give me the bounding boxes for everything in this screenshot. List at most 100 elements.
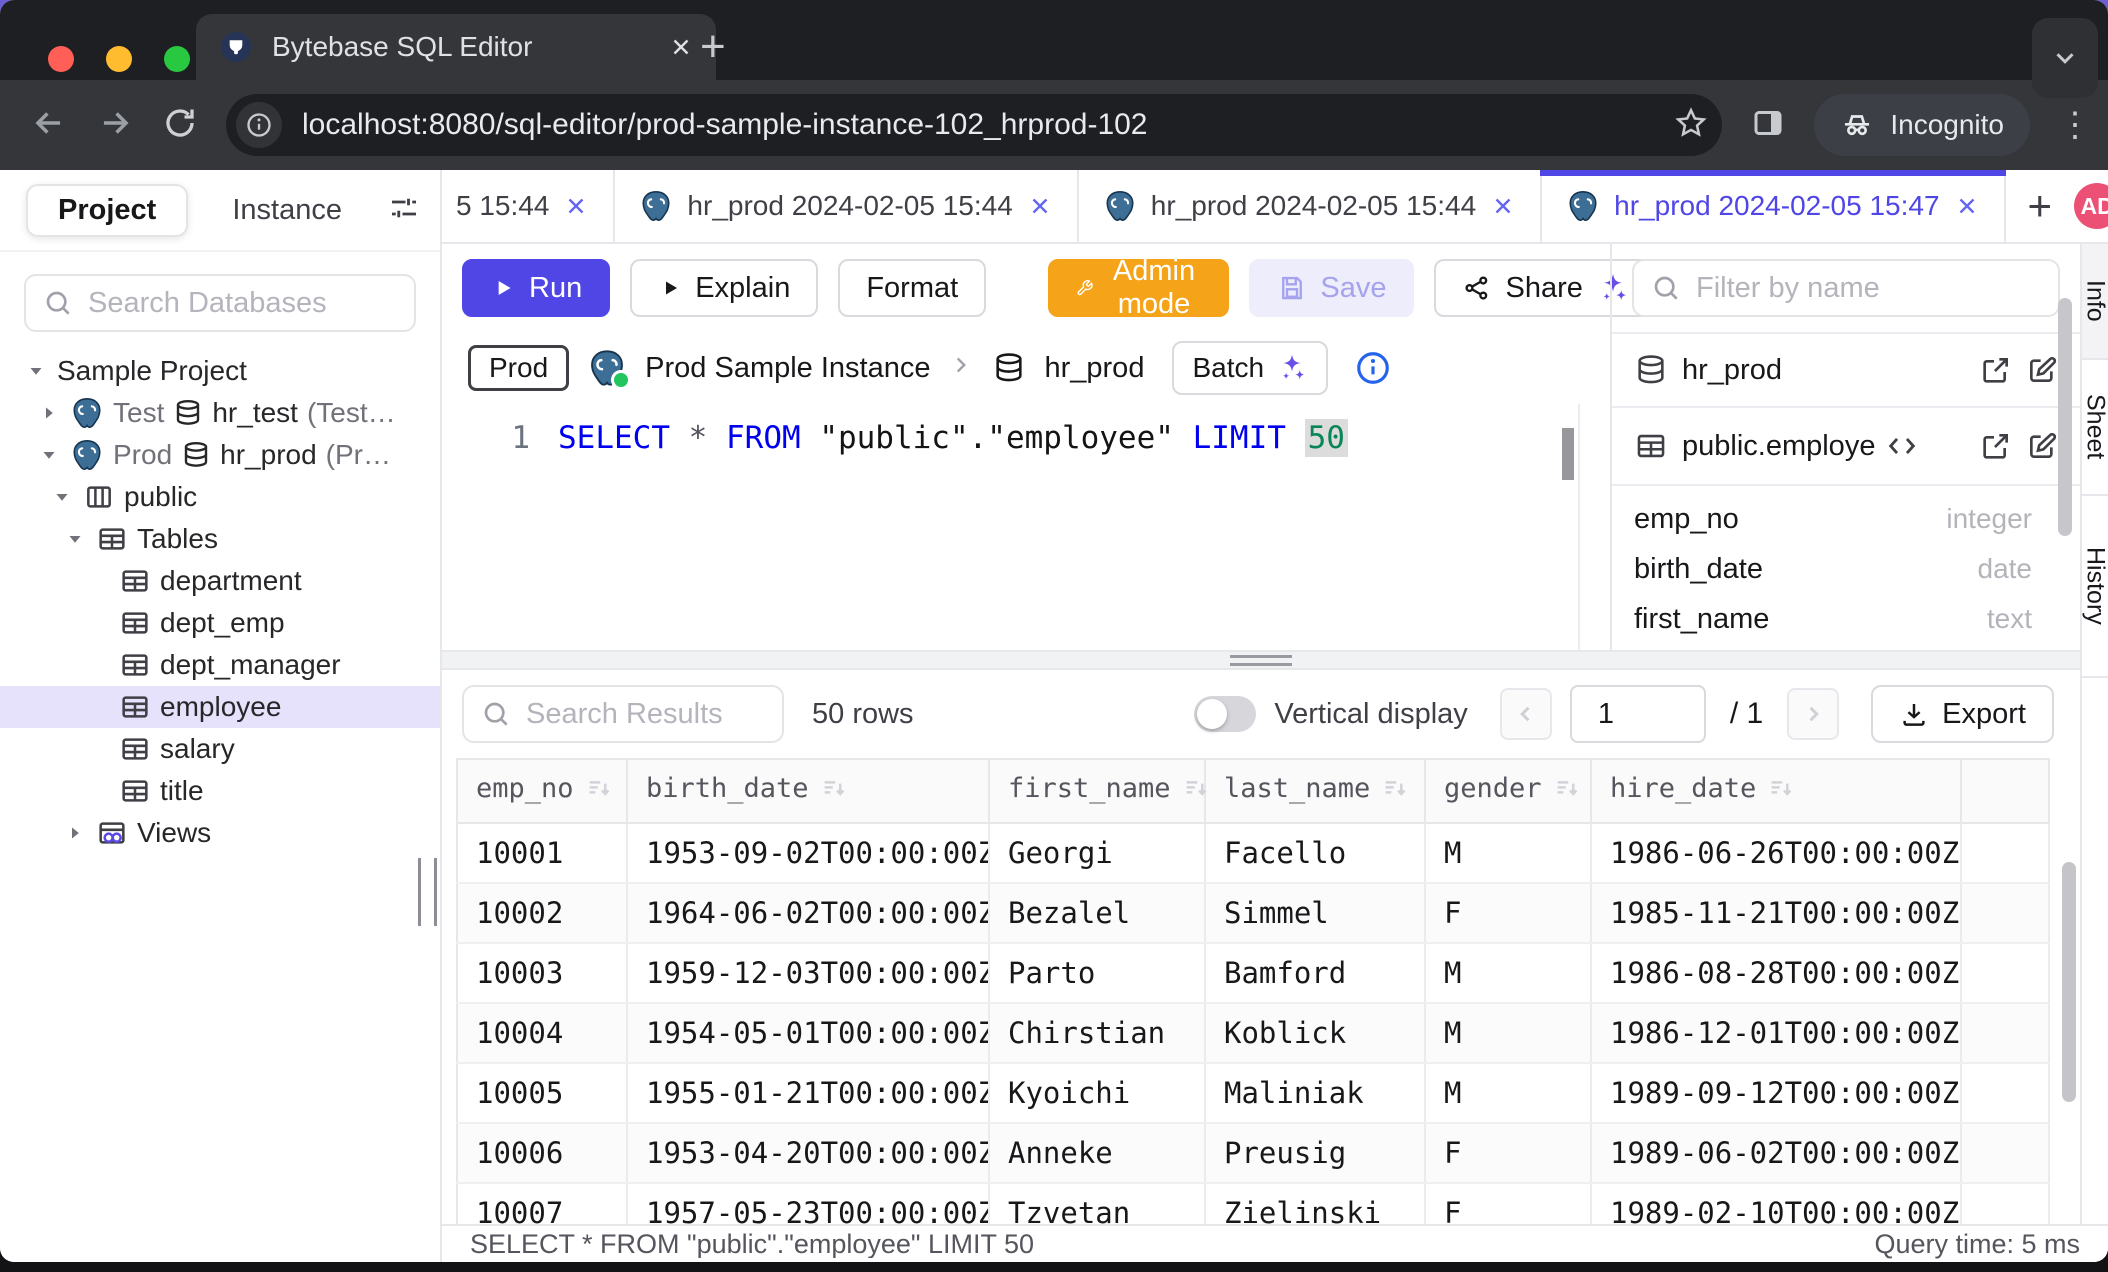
browser-tab[interactable]: Bytebase SQL Editor bbox=[196, 14, 716, 80]
cell[interactable]: Parto bbox=[989, 943, 1205, 1003]
cell[interactable]: 10004 bbox=[457, 1003, 627, 1063]
reload-icon[interactable] bbox=[162, 105, 198, 146]
new-editor-tab-button[interactable]: + bbox=[2006, 170, 2075, 242]
cell[interactable]: 1989-06-02T00:00:00Z bbox=[1591, 1123, 1961, 1183]
vertical-display-toggle[interactable] bbox=[1194, 696, 1256, 732]
new-browser-tab-button[interactable]: + bbox=[700, 22, 726, 72]
tree-item-employee[interactable]: employee bbox=[0, 686, 440, 728]
column-header[interactable]: first_name bbox=[989, 759, 1205, 823]
edit-icon[interactable] bbox=[2026, 354, 2058, 386]
column-header[interactable]: last_name bbox=[1205, 759, 1425, 823]
external-link-icon[interactable] bbox=[1980, 354, 2012, 386]
maximize-window-button[interactable] bbox=[164, 46, 190, 72]
info-icon[interactable] bbox=[1354, 349, 1392, 387]
save-button[interactable]: Save bbox=[1249, 259, 1414, 317]
editor-tab[interactable]: hr_prod 2024-02-05 15:44 bbox=[1079, 170, 1542, 242]
cell[interactable]: 10002 bbox=[457, 883, 627, 943]
database-name[interactable]: hr_prod bbox=[1044, 352, 1144, 385]
close-tab-icon[interactable] bbox=[668, 34, 694, 60]
tree-settings-icon[interactable] bbox=[386, 190, 422, 231]
sort-icon[interactable] bbox=[1766, 779, 1796, 810]
close-tab-icon[interactable] bbox=[563, 193, 589, 219]
cell[interactable]: 10001 bbox=[457, 823, 627, 883]
forward-icon[interactable] bbox=[96, 104, 134, 147]
sort-icon[interactable] bbox=[584, 779, 614, 810]
editor-scrollbar[interactable] bbox=[1562, 428, 1574, 480]
sort-icon[interactable] bbox=[1380, 779, 1410, 810]
cell[interactable]: Chirstian bbox=[989, 1003, 1205, 1063]
caret-down-icon[interactable] bbox=[50, 485, 74, 509]
cell[interactable]: M bbox=[1425, 1003, 1591, 1063]
cell[interactable]: 1986-12-01T00:00:00Z bbox=[1591, 1003, 1961, 1063]
cell[interactable]: 10005 bbox=[457, 1063, 627, 1123]
tree-item-hr_prod[interactable]: Prodhr_prod(Pr… bbox=[0, 434, 440, 476]
tree-item-sample-project[interactable]: Sample Project bbox=[0, 350, 440, 392]
editor-tab[interactable]: hr_prod 2024-02-05 15:44 bbox=[615, 170, 1078, 242]
caret-down-icon[interactable] bbox=[63, 527, 87, 551]
cell[interactable]: 1985-11-21T00:00:00Z bbox=[1591, 883, 1961, 943]
tab-instance[interactable]: Instance bbox=[232, 194, 342, 227]
schema-database-row[interactable]: hr_prod bbox=[1612, 332, 2080, 406]
filter-by-name-input[interactable] bbox=[1632, 259, 2060, 317]
schema-table-row[interactable]: public.employe bbox=[1612, 406, 2080, 486]
table-scrollbar[interactable] bbox=[2062, 862, 2076, 1102]
browser-menu-icon[interactable]: ⋮ bbox=[2058, 116, 2078, 135]
cell[interactable]: Koblick bbox=[1205, 1003, 1425, 1063]
cell[interactable]: 1955-01-21T00:00:00Z bbox=[627, 1063, 989, 1123]
sort-icon[interactable] bbox=[1552, 779, 1582, 810]
cell[interactable]: 1964-06-02T00:00:00Z bbox=[627, 883, 989, 943]
sort-icon[interactable] bbox=[1181, 779, 1211, 810]
cell[interactable]: F bbox=[1425, 1123, 1591, 1183]
cell[interactable]: 10007 bbox=[457, 1183, 627, 1224]
cell[interactable]: 1989-09-12T00:00:00Z bbox=[1591, 1063, 1961, 1123]
sidebar-resize-handle[interactable] bbox=[418, 858, 437, 926]
panel-resize-divider[interactable] bbox=[442, 650, 2080, 670]
cell[interactable]: 1989-02-10T00:00:00Z bbox=[1591, 1183, 1961, 1224]
cell[interactable]: Bamford bbox=[1205, 943, 1425, 1003]
avatar[interactable]: AD bbox=[2074, 183, 2108, 229]
search-databases-input[interactable] bbox=[24, 274, 416, 332]
back-icon[interactable] bbox=[30, 104, 68, 147]
caret-right-icon[interactable] bbox=[63, 821, 87, 845]
editor-tab[interactable]: 5 15:44 bbox=[442, 170, 615, 242]
batch-button[interactable]: Batch bbox=[1172, 341, 1328, 395]
tree-item-hr_test[interactable]: Testhr_test(Test… bbox=[0, 392, 440, 434]
prev-page-button[interactable] bbox=[1500, 688, 1552, 740]
cell[interactable]: Georgi bbox=[989, 823, 1205, 883]
close-tab-icon[interactable] bbox=[1490, 193, 1516, 219]
tree-item-title[interactable]: title bbox=[0, 770, 440, 812]
cell[interactable]: 1953-09-02T00:00:00Z bbox=[627, 823, 989, 883]
column-header[interactable]: birth_date bbox=[627, 759, 989, 823]
editor-tab[interactable]: hr_prod 2024-02-05 15:47 bbox=[1542, 170, 2005, 242]
code-icon[interactable] bbox=[1885, 429, 1919, 463]
cell[interactable]: 1959-12-03T00:00:00Z bbox=[627, 943, 989, 1003]
cell[interactable]: Bezalel bbox=[989, 883, 1205, 943]
cell[interactable]: Anneke bbox=[989, 1123, 1205, 1183]
instance-name[interactable]: Prod Sample Instance bbox=[645, 352, 930, 385]
page-number-input[interactable] bbox=[1570, 685, 1706, 743]
column-header[interactable]: emp_no bbox=[457, 759, 627, 823]
sql-editor[interactable]: 1 SELECT * FROM "public"."employee" LIMI… bbox=[442, 404, 1610, 650]
explain-button[interactable]: Explain bbox=[630, 259, 818, 317]
close-window-button[interactable] bbox=[48, 46, 74, 72]
column-row[interactable]: birth_datedate bbox=[1634, 544, 2058, 594]
bookmark-star-icon[interactable] bbox=[1674, 106, 1708, 145]
cell[interactable]: Tzvetan bbox=[989, 1183, 1205, 1224]
tab-overview-button[interactable] bbox=[2032, 18, 2098, 98]
cell[interactable]: 1957-05-23T00:00:00Z bbox=[627, 1183, 989, 1224]
cell[interactable]: F bbox=[1425, 1183, 1591, 1224]
caret-down-icon[interactable] bbox=[24, 359, 48, 383]
site-info-icon[interactable] bbox=[236, 102, 282, 148]
address-bar[interactable]: localhost:8080/sql-editor/prod-sample-in… bbox=[226, 94, 1722, 156]
external-link-icon[interactable] bbox=[1980, 430, 2012, 462]
caret-down-icon[interactable] bbox=[37, 443, 61, 467]
cell[interactable]: 1954-05-01T00:00:00Z bbox=[627, 1003, 989, 1063]
close-tab-icon[interactable] bbox=[1027, 193, 1053, 219]
tree-item-views[interactable]: Views bbox=[0, 812, 440, 854]
tree-item-salary[interactable]: salary bbox=[0, 728, 440, 770]
column-header[interactable]: hire_date bbox=[1591, 759, 1961, 823]
cell[interactable]: Preusig bbox=[1205, 1123, 1425, 1183]
tree-item-department[interactable]: department bbox=[0, 560, 440, 602]
run-button[interactable]: Run bbox=[462, 259, 610, 317]
export-button[interactable]: Export bbox=[1871, 685, 2054, 743]
